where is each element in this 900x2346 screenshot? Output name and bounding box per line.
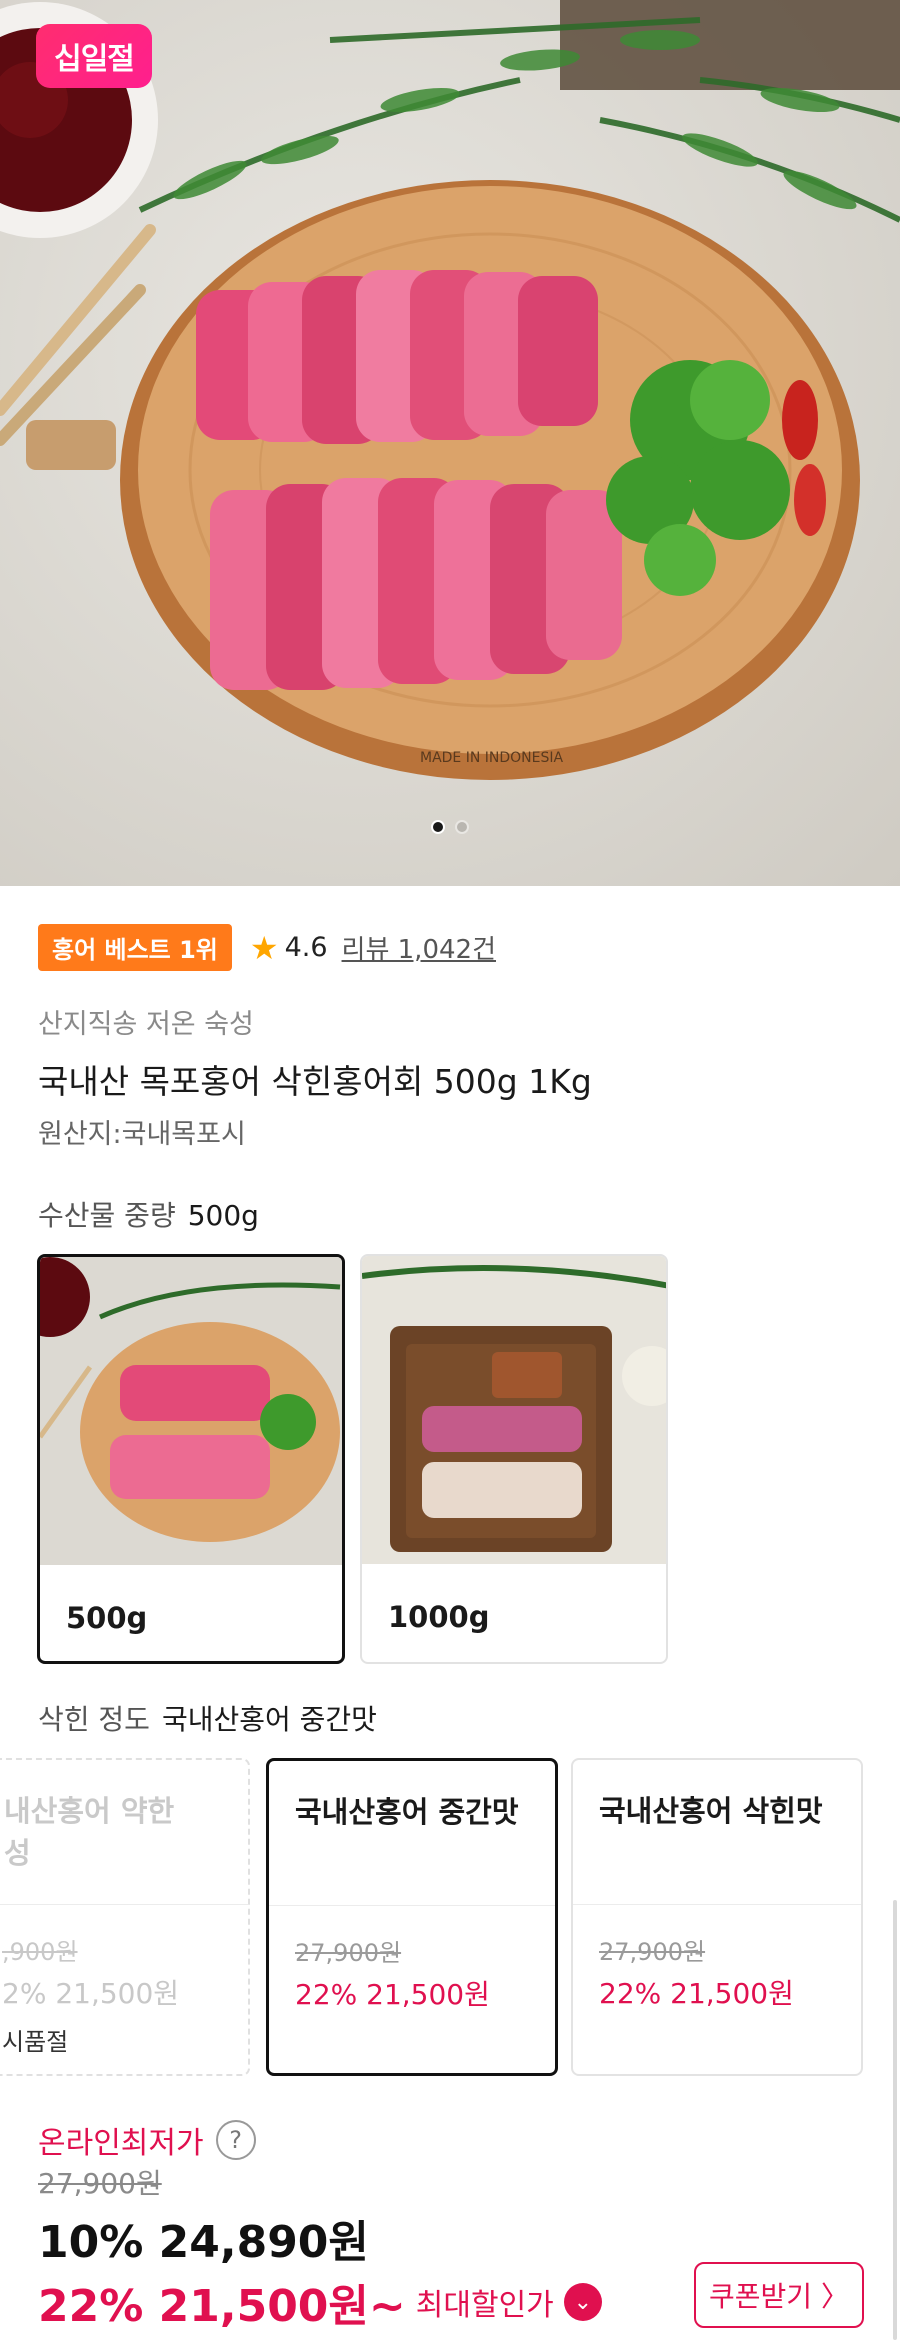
taste-option-new-price: 22% 21,500원: [599, 1977, 794, 2010]
brand-badge: 십일절: [36, 24, 152, 88]
weight-option-label-text: 500g: [66, 1601, 148, 1635]
product-photo: MADE IN INDONESIA: [0, 0, 900, 780]
coupon-button[interactable]: 쿠폰받기 〉: [694, 2262, 864, 2328]
carousel-indicator: [0, 820, 900, 834]
seller-name[interactable]: 산지직송 저온 숙성: [38, 1002, 254, 1041]
taste-option-label: 삭힌 정도 국내산홍어 중간맛: [38, 1698, 377, 1738]
weight-option-thumb: [40, 1257, 342, 1565]
weight-option-500g[interactable]: 500g: [37, 1254, 345, 1664]
taste-option-strong[interactable]: 국내산홍어 삭힌맛 27,900원 22% 21,500원: [571, 1758, 863, 2076]
rank-badge: 홍어 베스트 1위: [38, 924, 232, 971]
taste-option-old-price: ,900원: [2, 1938, 78, 1966]
product-image-carousel[interactable]: MADE IN INDONESIA 십일절: [0, 0, 900, 886]
taste-option-new-price: 2% 21,500원: [2, 1977, 180, 2010]
lowest-price-label: 온라인최저가: [38, 2126, 204, 2161]
taste-option-name-line2: 성: [4, 1836, 31, 1870]
product-title: 국내산 목포홍어 삭힌홍어회 500g 1Kg: [38, 1062, 592, 1101]
weight-option-label: 수산물 중량 500g: [38, 1194, 259, 1234]
divider: [269, 1905, 555, 1906]
help-icon[interactable]: ?: [215, 2120, 256, 2160]
rank-rating-row: 홍어 베스트 1위 ★ 4.6 리뷰 1,042건: [38, 924, 496, 971]
weight-option-thumb: [362, 1256, 666, 1564]
taste-option-old-price: 27,900원: [599, 1938, 706, 1966]
best-price: 22% 21,500원~: [38, 2281, 406, 2332]
star-icon: ★: [249, 928, 279, 967]
weight-option-title: 수산물 중량: [38, 1199, 176, 1232]
carousel-dot-2[interactable]: [455, 820, 469, 834]
original-price: 27,900원: [38, 2167, 162, 2200]
divider: [573, 1904, 861, 1905]
taste-option-mild[interactable]: 내산홍어 약한 성 ,900원 2% 21,500원 시품절: [0, 1758, 250, 2076]
rating-value: 4.6: [284, 932, 328, 963]
chevron-down-icon: ⌄: [563, 2283, 602, 2321]
sale-price: 10% 24,890원: [38, 2217, 369, 2268]
weight-option-label-text: 1000g: [388, 1600, 490, 1634]
taste-option-title: 삭힌 정도: [38, 1703, 150, 1736]
taste-option-name: 국내산홍어 중간맛: [295, 1795, 519, 1829]
taste-option-old-price: 27,900원: [295, 1939, 402, 1967]
weight-option-selected: 500g: [187, 1199, 259, 1232]
taste-option-name: 내산홍어 약한 성: [4, 1790, 174, 1874]
divider: [0, 1904, 248, 1905]
best-price-label: 최대할인가: [415, 2288, 554, 2323]
weight-option-1000g[interactable]: 1000g: [360, 1254, 668, 1664]
product-origin: 원산지:국내목포시: [38, 1119, 246, 1150]
taste-option-selected: 국내산홍어 중간맛: [161, 1703, 377, 1736]
best-price-row[interactable]: 22% 21,500원~ 최대할인가 ⌄: [38, 2270, 602, 2334]
taste-option-name-line1: 내산홍어 약한: [4, 1794, 175, 1828]
taste-option-soldout: 시품절: [2, 2028, 69, 2056]
scrollbar[interactable]: [893, 1900, 897, 2340]
carousel-dot-1[interactable]: [431, 820, 445, 834]
board-imprint: MADE IN INDONESIA: [420, 750, 564, 766]
taste-option-medium[interactable]: 국내산홍어 중간맛 27,900원 22% 21,500원: [266, 1758, 558, 2076]
taste-option-name: 국내산홍어 삭힌맛: [599, 1794, 823, 1828]
review-link[interactable]: 리뷰 1,042건: [342, 929, 496, 966]
taste-option-new-price: 22% 21,500원: [295, 1978, 490, 2011]
lowest-price-row: 온라인최저가 ?: [38, 2118, 256, 2162]
